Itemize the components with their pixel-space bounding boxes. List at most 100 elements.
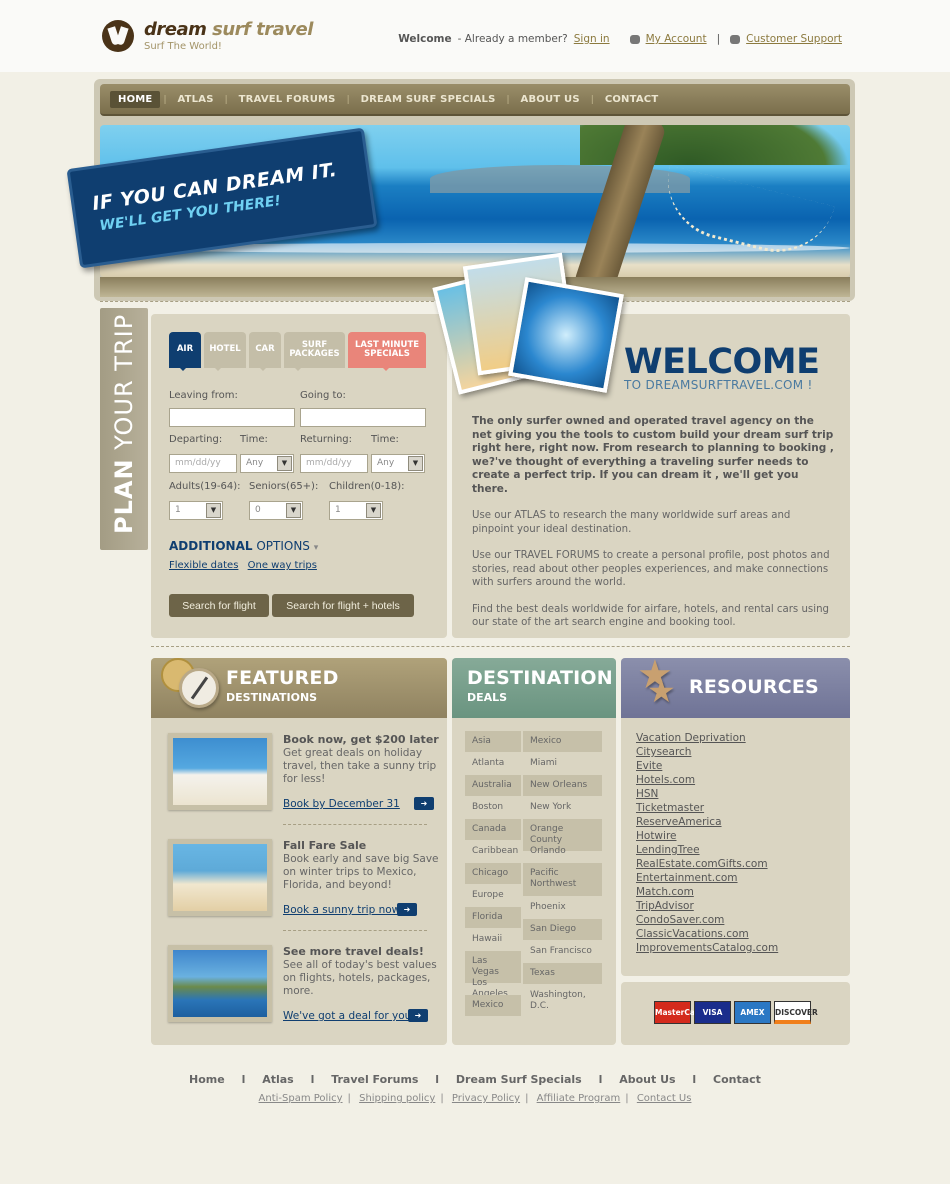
footer-link-home[interactable]: Home	[189, 1073, 225, 1086]
destination-link[interactable]: Phoenix	[523, 897, 602, 918]
destination-link[interactable]: New Orleans	[523, 775, 602, 796]
divider	[283, 824, 427, 825]
tab-surf-packages[interactable]: SURF PACKAGES	[284, 332, 345, 371]
resource-link[interactable]: Entertainment.com	[636, 871, 778, 885]
resource-link[interactable]: Hotels.com	[636, 773, 778, 787]
destination-header: DESTINATION DEALS	[452, 658, 616, 718]
resource-link[interactable]: Hotwire	[636, 829, 778, 843]
featured-item-link[interactable]: We've got a deal for you	[283, 1010, 411, 1022]
destination-link[interactable]: Chicago	[465, 863, 521, 884]
resource-link[interactable]: CondoSaver.com	[636, 913, 778, 927]
search-flight-button[interactable]: Search for flight	[169, 594, 269, 617]
resource-link[interactable]: Citysearch	[636, 745, 778, 759]
select-value: Any	[377, 458, 395, 468]
destination-link[interactable]: Mexico	[465, 995, 521, 1016]
arrow-right-icon[interactable]: ➜	[397, 903, 417, 916]
featured-destinations-panel: FEATURED DESTINATIONS Book now, get $200…	[151, 658, 447, 1045]
select-value: 0	[255, 505, 261, 515]
sign-in-link[interactable]: Sign in	[574, 33, 610, 45]
footer-link-dream-surf-specials[interactable]: Dream Surf Specials	[456, 1073, 582, 1086]
children-select[interactable]: 1 ▼	[329, 501, 383, 520]
departing-time-label: Time:	[240, 434, 268, 445]
destination-link[interactable]: Mexico	[523, 731, 602, 752]
customer-support-link[interactable]: Customer Support	[746, 33, 842, 45]
nav-atlas[interactable]: ATLAS	[170, 91, 222, 108]
resource-link[interactable]: ClassicVacations.com	[636, 927, 778, 941]
arrow-right-icon[interactable]: ➜	[414, 797, 434, 810]
nav-contact[interactable]: CONTACT	[597, 91, 667, 108]
destination-link[interactable]: Washington, D.C.	[523, 985, 602, 1018]
resource-link[interactable]: Evite	[636, 759, 778, 773]
support-icon	[730, 34, 741, 44]
destination-link[interactable]: San Diego	[523, 919, 602, 940]
logo-icon[interactable]	[102, 20, 134, 52]
nav-dream-surf-specials[interactable]: DREAM SURF SPECIALS	[353, 91, 504, 108]
resource-link[interactable]: TripAdvisor	[636, 899, 778, 913]
resource-link[interactable]: Match.com	[636, 885, 778, 899]
destination-link[interactable]: San Francisco	[523, 941, 602, 962]
destination-link[interactable]: Caribbean	[465, 841, 521, 862]
resource-link[interactable]: LendingTree	[636, 843, 778, 857]
footer-link-travel-forums[interactable]: Travel Forums	[331, 1073, 418, 1086]
destination-link[interactable]: Pacific Northwest	[523, 863, 602, 896]
featured-item-link[interactable]: Book a sunny trip now	[283, 904, 400, 916]
nav-about-us[interactable]: ABOUT US	[513, 91, 588, 108]
resource-link[interactable]: Vacation Deprivation	[636, 731, 778, 745]
destination-link[interactable]: Asia	[465, 731, 521, 752]
destination-link[interactable]: Europe	[465, 885, 521, 906]
destination-link[interactable]: Hawaii	[465, 929, 521, 950]
resource-link[interactable]: RealEstate.comGifts.com	[636, 857, 778, 871]
footer-link-contact[interactable]: Contact	[713, 1073, 761, 1086]
destination-link[interactable]: Orlando	[523, 841, 602, 862]
logo-name[interactable]: dream surf travel	[144, 19, 313, 40]
adults-select[interactable]: 1 ▼	[169, 501, 223, 520]
tab-hotel[interactable]: HOTEL	[204, 332, 246, 371]
tab-last-minute-specials[interactable]: LAST MINUTE SPECIALS	[348, 332, 426, 371]
shipping-policy-link[interactable]: Shipping policy	[359, 1093, 435, 1104]
resource-link[interactable]: Ticketmaster	[636, 801, 778, 815]
going-to-input[interactable]	[300, 408, 426, 427]
destination-link[interactable]: Atlanta	[465, 753, 521, 774]
departing-time-select[interactable]: Any ▼	[240, 454, 294, 473]
resource-link[interactable]: ImprovementsCatalog.com	[636, 941, 778, 955]
destination-link[interactable]: Texas	[523, 963, 602, 984]
returning-date-input[interactable]: mm/dd/yy	[300, 454, 368, 473]
featured-thumbnail[interactable]	[168, 945, 272, 1022]
footer-link-atlas[interactable]: Atlas	[262, 1073, 294, 1086]
privacy-policy-link[interactable]: Privacy Policy	[452, 1093, 520, 1104]
search-tabs: AIR HOTEL CAR SURF PACKAGES LAST MINUTE …	[169, 332, 426, 371]
seniors-select[interactable]: 0 ▼	[249, 501, 303, 520]
my-account-link[interactable]: My Account	[646, 33, 707, 45]
departing-date-input[interactable]: mm/dd/yy	[169, 454, 237, 473]
additional-options-toggle[interactable]: ADDITIONAL OPTIONS ▾	[169, 539, 318, 553]
wave-photo	[508, 277, 624, 393]
arrow-right-icon[interactable]: ➜	[408, 1009, 428, 1022]
destination-link[interactable]: Australia	[465, 775, 521, 796]
contact-us-link[interactable]: Contact Us	[637, 1093, 692, 1104]
returning-time-select[interactable]: Any ▼	[371, 454, 425, 473]
tab-air[interactable]: AIR	[169, 332, 201, 371]
resource-link[interactable]: ReserveAmerica	[636, 815, 778, 829]
affiliate-program-link[interactable]: Affiliate Program	[537, 1093, 621, 1104]
separator: |	[525, 1093, 529, 1104]
nav-home[interactable]: HOME	[110, 91, 161, 108]
nav-travel-forums[interactable]: TRAVEL FORUMS	[231, 91, 344, 108]
flexible-dates-link[interactable]: Flexible dates	[169, 560, 238, 571]
featured-item-link[interactable]: Book by December 31	[283, 798, 400, 810]
destination-link[interactable]: Boston	[465, 797, 521, 818]
featured-item-title: Book now, get $200 later	[283, 733, 439, 746]
featured-thumbnail[interactable]	[168, 733, 272, 810]
resource-link[interactable]: HSN	[636, 787, 778, 801]
leaving-from-input[interactable]	[169, 408, 295, 427]
anti-spam-policy-link[interactable]: Anti-Spam Policy	[259, 1093, 343, 1104]
featured-thumbnail[interactable]	[168, 839, 272, 916]
destination-link[interactable]: Florida	[465, 907, 521, 928]
footer-link-about-us[interactable]: About Us	[619, 1073, 675, 1086]
tab-car[interactable]: CAR	[249, 332, 281, 371]
search-flight-hotels-button[interactable]: Search for flight + hotels	[272, 594, 414, 617]
one-way-trips-link[interactable]: One way trips	[248, 560, 317, 571]
destination-link[interactable]: Canada	[465, 819, 521, 840]
destination-link[interactable]: Miami	[523, 753, 602, 774]
leaving-from-label: Leaving from:	[169, 390, 238, 401]
destination-link[interactable]: New York	[523, 797, 602, 818]
